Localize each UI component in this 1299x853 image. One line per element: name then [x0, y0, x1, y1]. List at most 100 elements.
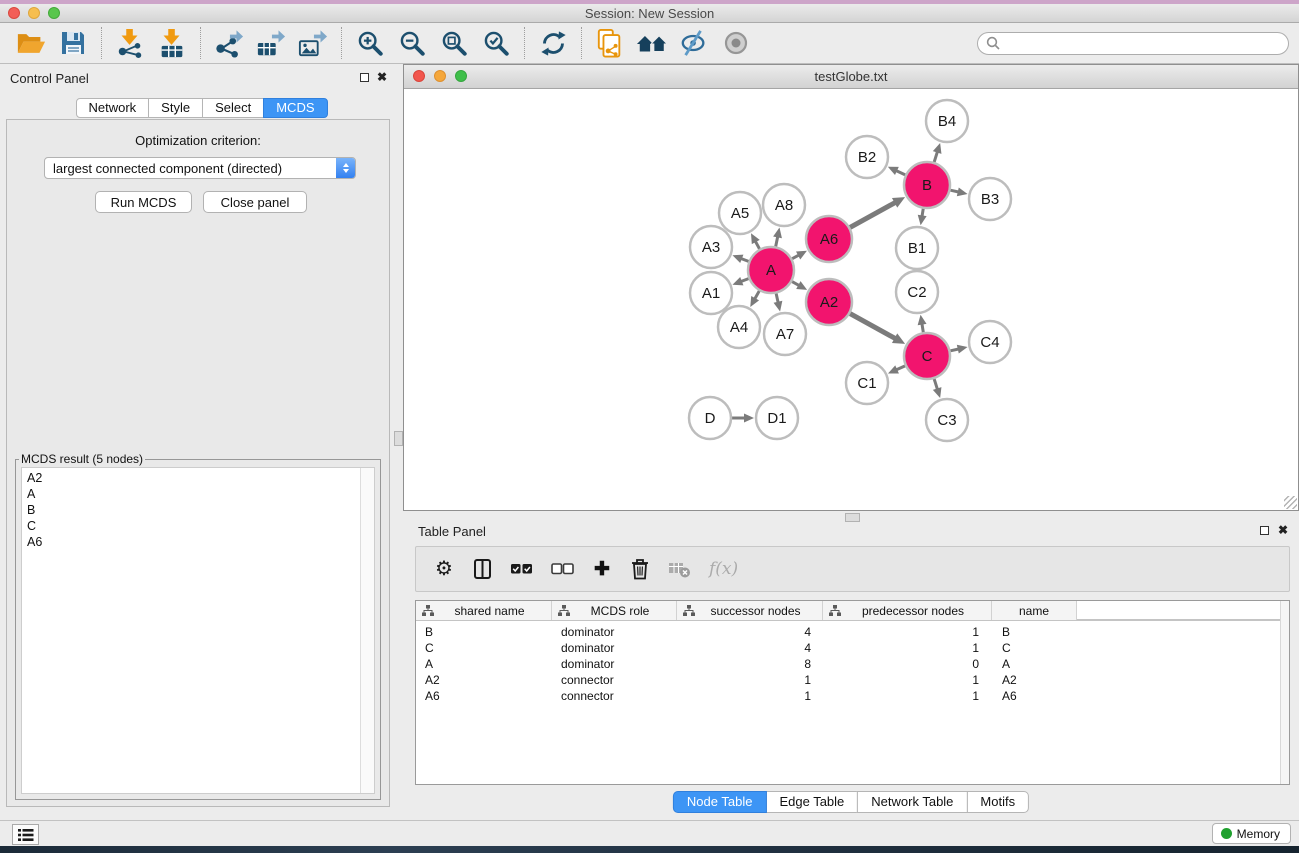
delete-table-icon[interactable] — [668, 560, 691, 578]
search-input[interactable] — [1004, 35, 1280, 51]
float-panel-icon[interactable] — [360, 73, 369, 82]
search-field[interactable] — [977, 32, 1289, 55]
double-home-icon — [636, 31, 668, 55]
graph-node-c4[interactable]: C4 — [969, 321, 1011, 363]
vertical-splitter-handle[interactable] — [394, 431, 403, 446]
network-window-titlebar[interactable]: testGlobe.txt — [404, 65, 1298, 89]
close-panel-button[interactable]: Close panel — [203, 191, 307, 213]
home-button[interactable] — [631, 25, 673, 61]
export-table-button[interactable] — [250, 25, 292, 61]
table-cell: A — [992, 657, 1077, 671]
graph-node-a1[interactable]: A1 — [690, 272, 732, 314]
graph-node-c2[interactable]: C2 — [896, 271, 938, 313]
shared-column-icon — [558, 605, 570, 616]
network-document-button[interactable] — [589, 25, 631, 61]
graph-node-a3[interactable]: A3 — [690, 226, 732, 268]
tab-select[interactable]: Select — [202, 98, 264, 118]
table-cell: 1 — [677, 689, 823, 703]
tab-network[interactable]: Network — [75, 98, 149, 118]
criterion-select[interactable]: largest connected component (directed) — [44, 157, 356, 179]
graph-node-b2[interactable]: B2 — [846, 136, 888, 178]
table-row[interactable]: Adominator80A — [416, 656, 1289, 672]
delete-column-icon[interactable] — [630, 558, 650, 580]
show-columns-icon[interactable] — [472, 559, 492, 579]
graph-node-b3[interactable]: B3 — [969, 178, 1011, 220]
hide-graphics-button[interactable] — [673, 25, 715, 61]
import-network-button[interactable] — [109, 25, 151, 61]
column-header-mcds-role[interactable]: MCDS role — [552, 601, 677, 620]
open-session-button[interactable] — [10, 25, 52, 61]
result-scrollbar[interactable] — [360, 468, 374, 793]
status-bar: Memory — [0, 820, 1299, 846]
import-table-button[interactable] — [151, 25, 193, 61]
graph-node-a8[interactable]: A8 — [763, 184, 805, 226]
column-header-shared-name[interactable]: shared name — [416, 601, 552, 620]
table-cell: A2 — [992, 673, 1077, 687]
result-item[interactable]: C — [27, 518, 358, 534]
task-history-button[interactable] — [12, 824, 39, 845]
zoom-selected-button[interactable] — [475, 25, 517, 61]
table-cell: A6 — [992, 689, 1077, 703]
column-header-predecessor-nodes[interactable]: predecessor nodes — [823, 601, 992, 620]
apply-function-icon[interactable]: f(x) — [709, 559, 738, 579]
unselect-all-icon[interactable] — [551, 563, 574, 575]
close-table-panel-icon[interactable]: ✖ — [1278, 525, 1288, 535]
resize-grip-icon[interactable] — [1284, 496, 1297, 509]
graph-node-d1[interactable]: D1 — [756, 397, 798, 439]
table-tab-edge-table[interactable]: Edge Table — [765, 791, 858, 813]
zoom-selected-icon — [482, 29, 510, 57]
network-canvas[interactable]: B4 B2 B B3 B1 A5A8A6 A3 A A1 A2 A4A7 C2 C4 C C1 C3 D D1 — [404, 88, 1298, 510]
tab-mcds[interactable]: MCDS — [263, 98, 327, 118]
table-cell: A — [416, 657, 552, 671]
table-row[interactable]: A6connector11A6 — [416, 688, 1289, 704]
table-settings-icon[interactable]: ⚙ — [434, 559, 454, 579]
graph-node-b[interactable]: B — [904, 162, 950, 208]
table-toolbar: ⚙ ✚ f(x) — [415, 546, 1290, 592]
graph-node-c1[interactable]: C1 — [846, 362, 888, 404]
refresh-button[interactable] — [532, 25, 574, 61]
table-tab-network-table[interactable]: Network Table — [857, 791, 967, 813]
graph-node-a5[interactable]: A5 — [719, 192, 761, 234]
table-cell: connector — [552, 673, 677, 687]
column-header-successor-nodes[interactable]: successor nodes — [677, 601, 823, 620]
graph-node-a7[interactable]: A7 — [764, 313, 806, 355]
graph-node-b1[interactable]: B1 — [896, 227, 938, 269]
run-mcds-button[interactable]: Run MCDS — [95, 191, 192, 213]
table-row[interactable]: A2connector11A2 — [416, 672, 1289, 688]
show-graphics-button[interactable] — [715, 25, 757, 61]
zoom-in-button[interactable] — [349, 25, 391, 61]
select-all-icon[interactable] — [510, 563, 533, 575]
svg-text:C1: C1 — [857, 375, 876, 392]
result-item[interactable]: A2 — [27, 470, 358, 486]
table-row[interactable]: Bdominator41B — [416, 624, 1289, 640]
export-network-button[interactable] — [208, 25, 250, 61]
result-item[interactable]: A — [27, 486, 358, 502]
graph-node-a2[interactable]: A2 — [806, 279, 852, 325]
zoom-fit-icon — [440, 29, 468, 57]
table-tab-node-table[interactable]: Node Table — [673, 791, 767, 813]
table-tab-motifs[interactable]: Motifs — [966, 791, 1029, 813]
zoom-out-button[interactable] — [391, 25, 433, 61]
close-panel-icon[interactable]: ✖ — [377, 72, 387, 82]
graph-node-a[interactable]: A — [748, 247, 794, 293]
export-image-button[interactable] — [292, 25, 334, 61]
graph-node-d[interactable]: D — [689, 397, 731, 439]
tab-style[interactable]: Style — [148, 98, 203, 118]
graph-node-c[interactable]: C — [904, 333, 950, 379]
table-scrollbar[interactable] — [1280, 601, 1289, 784]
result-item[interactable]: B — [27, 502, 358, 518]
zoom-fit-button[interactable] — [433, 25, 475, 61]
graph-node-a4[interactable]: A4 — [718, 306, 760, 348]
graph-node-b4[interactable]: B4 — [926, 100, 968, 142]
graph-node-c3[interactable]: C3 — [926, 399, 968, 441]
save-session-button[interactable] — [52, 25, 94, 61]
float-table-panel-icon[interactable] — [1260, 526, 1269, 535]
memory-button[interactable]: Memory — [1212, 823, 1291, 844]
table-row[interactable]: Cdominator41C — [416, 640, 1289, 656]
svg-text:B4: B4 — [938, 113, 956, 130]
add-column-icon[interactable]: ✚ — [592, 560, 612, 579]
toolbar-separator — [101, 27, 102, 59]
result-item[interactable]: A6 — [27, 534, 358, 550]
column-header-name[interactable]: name — [992, 601, 1077, 620]
graph-node-a6[interactable]: A6 — [806, 216, 852, 262]
